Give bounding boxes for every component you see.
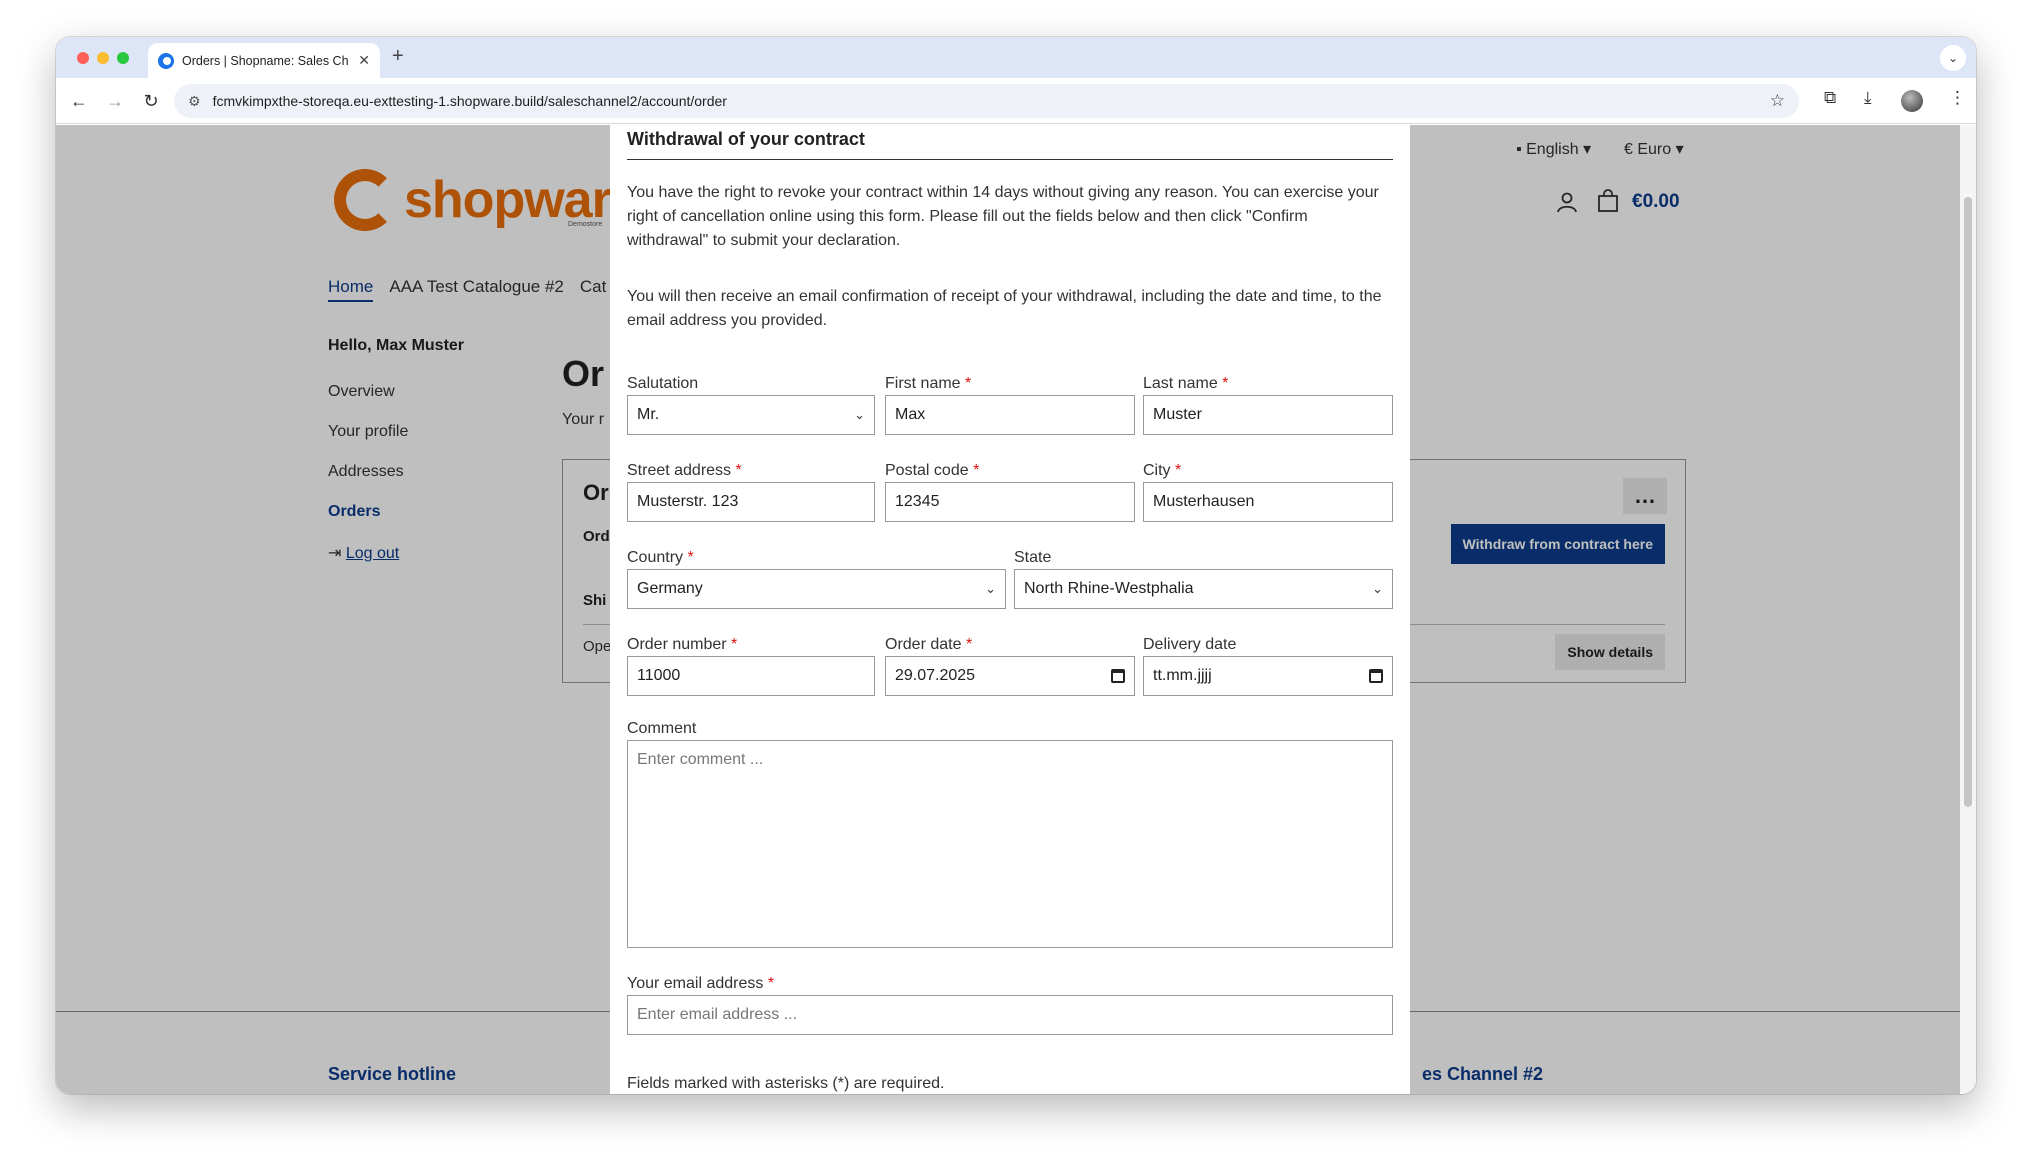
modal-divider [627,159,1393,160]
required-fields-note: Fields marked with asterisks (*) are req… [627,1075,945,1092]
delivery-date-input[interactable]: tt.mm.jjjj [1143,656,1393,696]
street-address-input[interactable]: Musterstr. 123 [627,482,875,522]
tab-title: Orders | Shopname: Sales Ch [182,53,349,68]
browser-window: Orders | Shopname: Sales Ch ✕ + ⌄ ← → ↻ … [56,37,1976,1094]
more-vertical-icon[interactable]: ⋮ [1949,88,1966,108]
last-name-label: Last name * [1143,375,1229,392]
chevron-down-icon: ⌄ [1372,581,1383,596]
profile-avatar[interactable] [1901,90,1923,112]
order-date-label: Order date * [885,636,973,653]
withdrawal-info-text: You have the right to revoke your contra… [627,184,1379,249]
calendar-icon[interactable] [1369,669,1383,683]
reload-icon[interactable]: ↻ [138,88,164,114]
shop-page: shopware Demostore ▪ English ▾ € Euro ▾ … [56,125,1960,1094]
bookmark-star-icon[interactable]: ☆ [1770,91,1785,111]
shopware-favicon-icon [158,52,174,69]
extensions-puzzle-icon[interactable]: ⧉ [1824,88,1836,108]
browser-toolbar: ← → ↻ ⚙ fcmvkimpxthe-storeqa.eu-exttesti… [56,78,1976,124]
email-input[interactable]: Enter email address ... [627,995,1393,1035]
salutation-select[interactable]: Mr. ⌄ [627,395,875,435]
chevron-down-icon: ⌄ [854,407,865,422]
state-value: North Rhine-Westphalia [1024,580,1194,597]
download-icon[interactable]: ⤓ [1864,88,1872,108]
delivery-date-label: Delivery date [1143,636,1237,653]
first-name-input[interactable]: Max [885,395,1135,435]
address-bar[interactable]: ⚙ fcmvkimpxthe-storeqa.eu-exttesting-1.s… [174,84,1799,118]
salutation-label: Salutation [627,375,699,392]
state-label: State [1014,549,1052,566]
state-select[interactable]: North Rhine-Westphalia ⌄ [1014,569,1393,609]
city-label: City * [1143,462,1182,479]
page-scrollbar[interactable] [1960,125,1976,1094]
country-select[interactable]: Germany ⌄ [627,569,1006,609]
order-number-label: Order number * [627,636,738,653]
country-label: Country * [627,549,694,566]
new-tab-button[interactable]: + [392,45,404,68]
tab-strip: Orders | Shopname: Sales Ch ✕ + ⌄ [56,37,1976,78]
tab-close-icon[interactable]: ✕ [358,52,370,69]
withdrawal-modal: Withdrawal of your contract You have the… [610,125,1410,1094]
city-input[interactable]: Musterhausen [1143,482,1393,522]
forward-arrow-icon[interactable]: → [102,88,128,114]
back-arrow-icon[interactable]: ← [66,88,92,114]
salutation-value: Mr. [637,406,660,423]
browser-tab-orders[interactable]: Orders | Shopname: Sales Ch ✕ [148,43,380,78]
postal-code-input[interactable]: 12345 [885,482,1135,522]
site-info-icon[interactable]: ⚙ [188,93,201,110]
country-value: Germany [637,580,703,597]
scrollbar-thumb[interactable] [1964,197,1972,807]
tab-search-menu-button[interactable]: ⌄ [1940,45,1966,71]
modal-title: Withdrawal of your contract [627,129,865,149]
street-address-label: Street address * [627,462,742,479]
order-date-input[interactable]: 29.07.2025 [885,656,1135,696]
close-window-button[interactable] [77,52,89,64]
chevron-down-icon: ⌄ [985,581,996,596]
calendar-icon[interactable] [1111,669,1125,683]
comment-label: Comment [627,720,697,737]
last-name-input[interactable]: Muster [1143,395,1393,435]
confirmation-info-text: You will then receive an email confirmat… [627,288,1382,329]
comment-textarea[interactable]: Enter comment ... [627,740,1393,948]
maximize-window-button[interactable] [117,52,129,64]
postal-code-label: Postal code * [885,462,980,479]
url-text[interactable]: fcmvkimpxthe-storeqa.eu-exttesting-1.sho… [213,93,1770,109]
email-label: Your email address * [627,975,775,992]
first-name-label: First name * [885,375,972,392]
minimize-window-button[interactable] [97,52,109,64]
browser-viewport: shopware Demostore ▪ English ▾ € Euro ▾ … [56,125,1976,1094]
order-number-input[interactable]: 11000 [627,656,875,696]
